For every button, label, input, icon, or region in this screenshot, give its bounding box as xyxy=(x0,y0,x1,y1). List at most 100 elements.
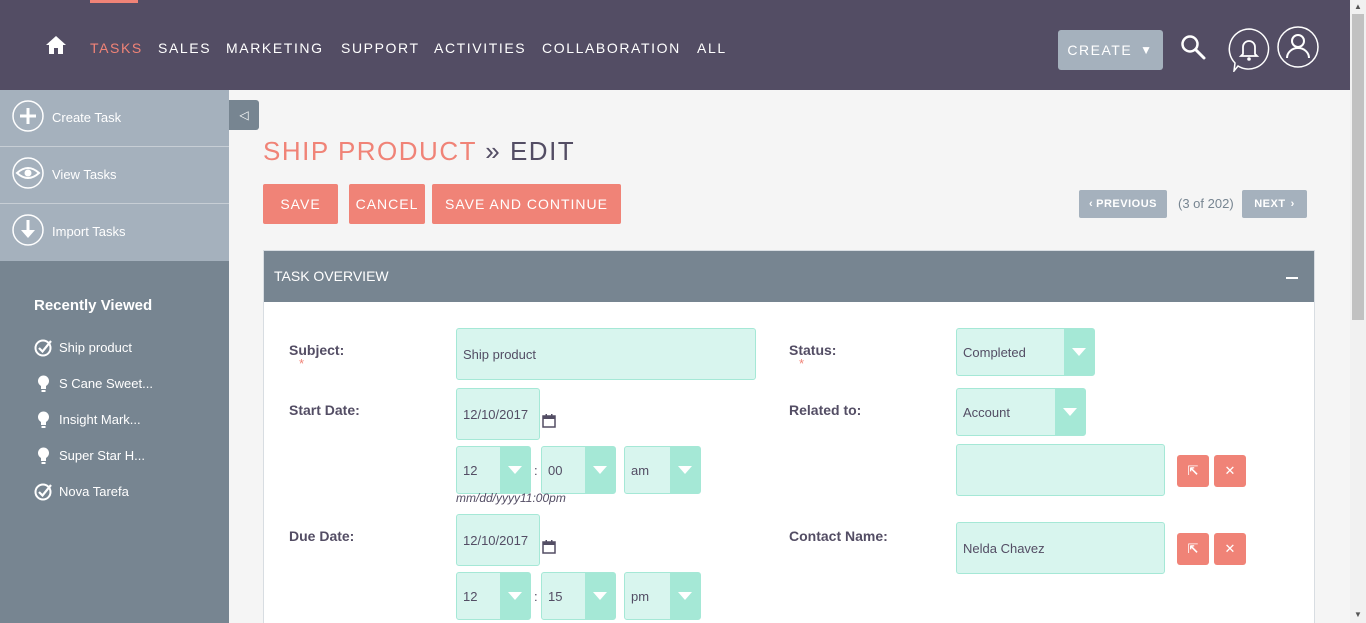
save-button[interactable]: SAVE xyxy=(263,184,338,224)
status-select[interactable]: Completed xyxy=(956,328,1095,376)
chevron-down-icon xyxy=(1064,329,1094,375)
calendar-icon[interactable] xyxy=(542,540,556,554)
start-date-label: Start Date: xyxy=(289,402,360,418)
clear-contact-button[interactable]: ✕ xyxy=(1214,533,1246,565)
cancel-button[interactable]: CANCEL xyxy=(349,184,425,224)
recent-item[interactable]: Nova Tarefa xyxy=(34,482,129,501)
recent-item-label: S Cane Sweet... xyxy=(59,376,153,391)
task-icon xyxy=(34,483,52,501)
related-to-value: Account xyxy=(963,404,1010,420)
sidebar: Create Task View Tasks Import Tasks Rece… xyxy=(0,90,229,623)
nav-all[interactable]: ALL xyxy=(697,40,727,56)
collapse-sidebar-button[interactable]: ◁ xyxy=(229,100,259,130)
page-scrollbar[interactable]: ▲ ▼ xyxy=(1350,0,1366,623)
task-icon xyxy=(34,339,52,357)
sidebar-action-label: Import Tasks xyxy=(52,224,126,239)
contact-name-label: Contact Name: xyxy=(789,528,888,544)
nav-sales[interactable]: SALES xyxy=(158,40,211,56)
active-tab-indicator xyxy=(90,0,138,3)
top-nav: TASKS SALES MARKETING SUPPORT ACTIVITIES… xyxy=(0,0,1350,90)
start-minute-value: 00 xyxy=(548,462,563,478)
related-name-input[interactable] xyxy=(956,444,1165,496)
collapse-panel-icon[interactable] xyxy=(1286,277,1298,279)
sidebar-create-task[interactable]: Create Task xyxy=(0,90,229,147)
close-icon: ✕ xyxy=(1224,463,1236,478)
previous-label: PREVIOUS xyxy=(1096,198,1158,210)
nav-marketing[interactable]: MARKETING xyxy=(226,40,324,56)
nav-activities[interactable]: ACTIVITIES xyxy=(434,40,526,56)
recent-item[interactable]: S Cane Sweet... xyxy=(34,374,153,393)
calendar-icon[interactable] xyxy=(542,414,556,428)
start-ampm-select[interactable]: am xyxy=(624,446,701,494)
related-to-label: Related to: xyxy=(789,402,862,418)
related-to-select[interactable]: Account xyxy=(956,388,1086,436)
chevron-down-icon xyxy=(1055,389,1085,435)
search-icon[interactable] xyxy=(1180,34,1206,60)
nav-support[interactable]: SUPPORT xyxy=(341,40,420,56)
due-date-input[interactable]: 12/10/2017 xyxy=(456,514,540,566)
sidebar-import-tasks[interactable]: Import Tasks xyxy=(0,204,229,261)
recent-item[interactable]: Insight Mark... xyxy=(34,410,141,429)
recent-item-label: Nova Tarefa xyxy=(59,484,129,499)
chevron-left-icon: ‹ xyxy=(1088,198,1094,210)
title-separator: » xyxy=(485,136,502,166)
close-icon: ✕ xyxy=(1224,541,1236,556)
scroll-up-icon[interactable]: ▲ xyxy=(1354,2,1362,11)
due-ampm-select[interactable]: pm xyxy=(624,572,701,620)
record-title: SHIP PRODUCT xyxy=(263,136,477,166)
chevron-down-icon xyxy=(585,573,615,619)
nav-collaboration[interactable]: COLLABORATION xyxy=(542,40,681,56)
panel-header[interactable]: TASK OVERVIEW xyxy=(264,251,1314,302)
due-hour-select[interactable]: 12 xyxy=(456,572,531,620)
sidebar-view-tasks[interactable]: View Tasks xyxy=(0,147,229,204)
eye-icon xyxy=(12,157,44,189)
due-minute-select[interactable]: 15 xyxy=(541,572,616,620)
clear-related-button[interactable]: ✕ xyxy=(1214,455,1246,487)
sidebar-action-label: Create Task xyxy=(52,110,122,125)
start-hour-select[interactable]: 12 xyxy=(456,446,531,494)
start-ampm-value: am xyxy=(631,462,650,478)
recent-item-label: Ship product xyxy=(59,340,132,355)
page-title: SHIP PRODUCT » EDIT xyxy=(263,136,575,167)
download-icon xyxy=(12,214,44,246)
recent-item[interactable]: Super Star H... xyxy=(34,446,145,465)
due-minute-value: 15 xyxy=(548,588,563,604)
chevron-down-icon xyxy=(585,447,615,493)
plus-circle-icon xyxy=(12,100,44,132)
next-label: NEXT xyxy=(1254,198,1286,210)
subject-input[interactable]: Ship product xyxy=(456,328,756,380)
scroll-down-icon[interactable]: ▼ xyxy=(1354,610,1362,619)
recently-viewed-title: Recently Viewed xyxy=(34,297,153,314)
bell-icon[interactable] xyxy=(1228,28,1270,72)
arrow-select-icon: ⇱ xyxy=(1187,463,1199,478)
save-and-continue-button[interactable]: SAVE AND CONTINUE xyxy=(432,184,621,224)
select-related-button[interactable]: ⇱ xyxy=(1177,455,1209,487)
user-icon[interactable] xyxy=(1277,26,1319,68)
due-hour-value: 12 xyxy=(463,588,478,604)
panel-title: TASK OVERVIEW xyxy=(274,268,389,284)
nav-tasks[interactable]: TASKS xyxy=(90,40,143,56)
required-marker: * xyxy=(799,356,805,371)
home-icon[interactable] xyxy=(45,35,67,55)
previous-button[interactable]: ‹ PREVIOUS xyxy=(1079,190,1167,218)
due-date-label: Due Date: xyxy=(289,528,355,544)
sidebar-action-label: View Tasks xyxy=(52,167,117,182)
time-separator: : xyxy=(534,589,538,604)
create-button[interactable]: CREATE ▼ xyxy=(1058,30,1163,70)
title-mode: EDIT xyxy=(509,136,576,166)
recent-item-label: Super Star H... xyxy=(59,448,145,463)
select-contact-button[interactable]: ⇱ xyxy=(1177,533,1209,565)
caret-down-icon: ▼ xyxy=(1140,43,1154,57)
start-date-input[interactable]: 12/10/2017 xyxy=(456,388,540,440)
scroll-thumb[interactable] xyxy=(1352,14,1364,320)
contact-name-input[interactable]: Nelda Chavez xyxy=(956,522,1165,574)
next-button[interactable]: NEXT › xyxy=(1242,190,1307,218)
start-minute-select[interactable]: 00 xyxy=(541,446,616,494)
recent-item-label: Insight Mark... xyxy=(59,412,141,427)
arrow-select-icon: ⇱ xyxy=(1187,541,1199,556)
status-value: Completed xyxy=(963,344,1026,360)
time-separator: : xyxy=(534,463,538,478)
subject-value: Ship product xyxy=(463,346,536,362)
recent-item[interactable]: Ship product xyxy=(34,338,132,357)
required-marker: * xyxy=(299,356,305,371)
